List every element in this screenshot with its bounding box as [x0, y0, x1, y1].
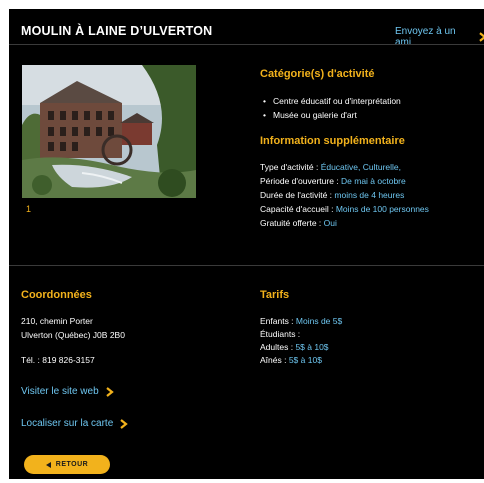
info-row: Durée de l'activité : moins de 4 heures — [260, 190, 405, 200]
chevron-right-icon — [120, 418, 129, 429]
info-value: Moins de 100 personnes — [335, 204, 429, 214]
tarif-value: Moins de 5$ — [295, 316, 343, 326]
categories-list: Centre éducatif ou d'interprétation Musé… — [260, 94, 401, 122]
map-locate-link[interactable]: Localiser sur la carte — [21, 418, 129, 429]
contact-heading: Coordonnées — [21, 289, 92, 301]
categories-heading: Catégorie(s) d'activité — [260, 68, 375, 80]
address-line: Ulverton (Québec) J0B 2B0 — [21, 330, 125, 340]
map-locate-label: Localiser sur la carte — [21, 418, 114, 429]
section-divider — [9, 265, 484, 266]
tarif-row: Enfants : Moins de 5$ — [260, 316, 343, 326]
attraction-panel: MOULIN À LAINE D’ULVERTON Envoyez à un a… — [9, 9, 484, 479]
info-row: Type d'activité : Éducative, Culturelle, — [260, 162, 402, 172]
tarif-row: Étudiants : — [260, 329, 301, 339]
page-title: MOULIN À LAINE D’ULVERTON — [21, 24, 213, 38]
back-button[interactable]: RETOUR — [24, 455, 110, 474]
visit-website-link[interactable]: Visiter le site web — [21, 386, 114, 397]
mill-photo-image — [22, 65, 196, 198]
header-divider — [9, 44, 484, 45]
info-value: De mai à octobre — [341, 176, 406, 186]
chevron-right-icon — [479, 32, 484, 42]
tarif-row: Adultes : 5$ à 10$ — [260, 342, 329, 352]
info-value: moins de 4 heures — [334, 190, 405, 200]
mill-photo[interactable] — [22, 65, 196, 198]
back-button-label: RETOUR — [55, 461, 89, 468]
info-value: Éducative, Culturelle, — [320, 162, 402, 172]
tarifs-list: Enfants : Moins de 5$ Étudiants : Adulte… — [260, 315, 342, 367]
tarif-value: 5$ à 10$ — [288, 355, 322, 365]
tarif-row: Aînés : 5$ à 10$ — [260, 355, 322, 365]
list-item: Centre éducatif ou d'interprétation — [260, 94, 401, 108]
address: 210, chemin Porter Ulverton (Québec) J0B… — [21, 314, 125, 342]
info-row: Capacité d'accueil : Moins de 100 person… — [260, 204, 429, 214]
chevron-right-icon — [105, 386, 114, 397]
tarifs-heading: Tarifs — [260, 289, 290, 301]
phone-number: Tél. : 819 826-3157 — [21, 355, 95, 365]
list-item: Musée ou galerie d'art — [260, 108, 401, 122]
extra-info-heading: Information supplémentaire — [260, 135, 405, 147]
info-row: Gratuité offerte : Oui — [260, 218, 337, 228]
info-row: Période d'ouverture : De mai à octobre — [260, 176, 406, 186]
visit-website-label: Visiter le site web — [21, 386, 99, 397]
photo-counter[interactable]: 1 — [26, 204, 31, 214]
triangle-left-icon — [45, 461, 51, 468]
tarif-value: 5$ à 10$ — [295, 342, 329, 352]
info-value: Oui — [323, 218, 337, 228]
extra-info-list: Type d'activité : Éducative, Culturelle,… — [260, 160, 429, 230]
address-line: 210, chemin Porter — [21, 316, 93, 326]
